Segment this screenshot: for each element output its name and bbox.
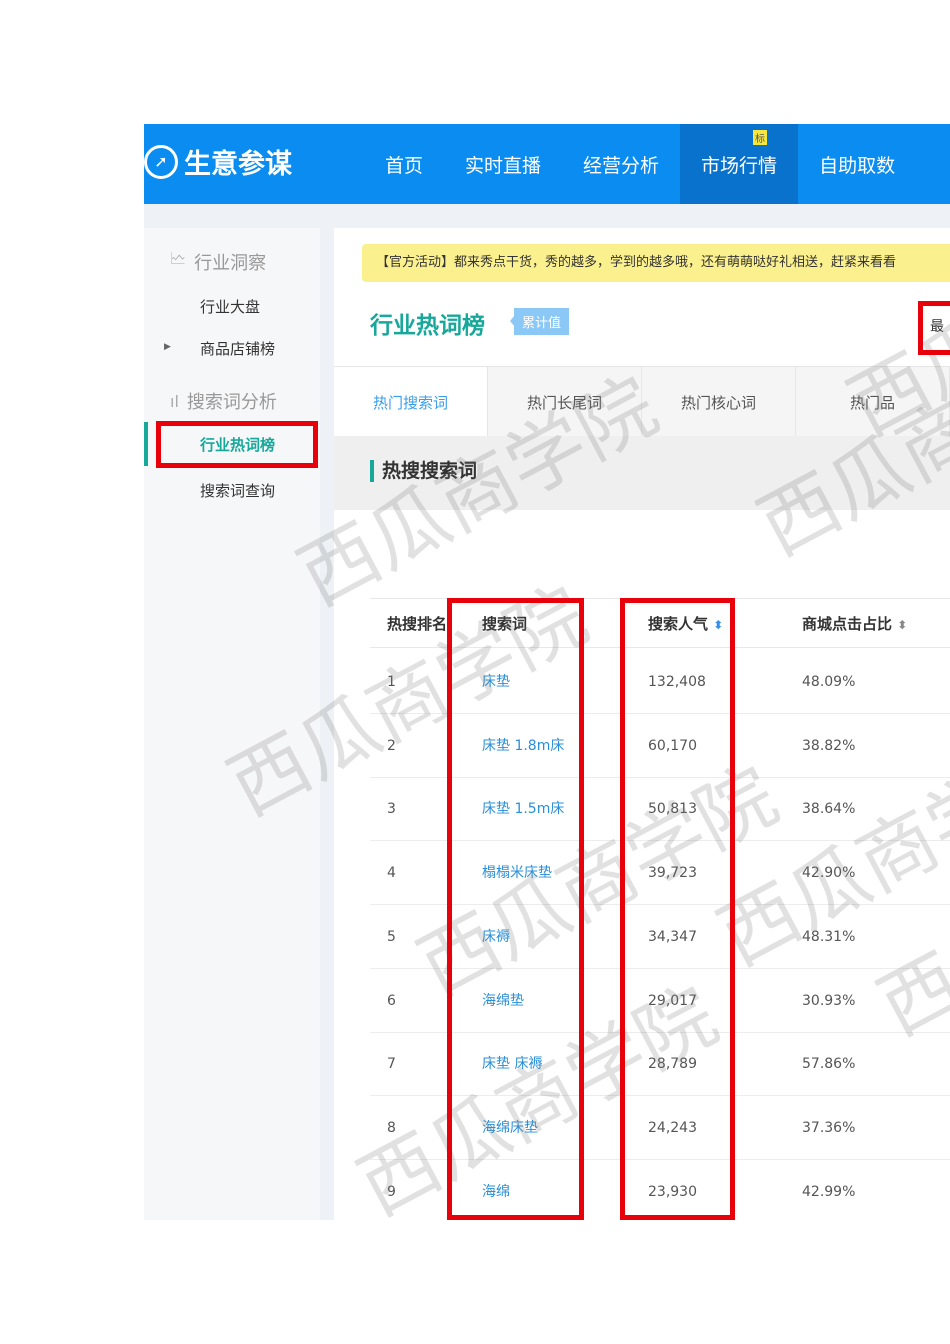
nav-item[interactable]: 自助取数 — [798, 124, 916, 204]
highlight-box-popularity-column — [620, 598, 735, 1220]
click-ratio: 37.36% — [802, 1119, 856, 1136]
nav-label: 首页 — [385, 154, 424, 177]
tab[interactable]: 热门长尾词 — [488, 367, 642, 437]
tab[interactable]: 热门品 — [796, 367, 950, 437]
group-label: 搜索词分析 — [186, 392, 277, 413]
main-nav: 首页 实时直播 经营分析 市场行情 标自助取数 — [364, 124, 916, 204]
notice-banner[interactable]: 【官方活动】都来秀点干货，秀的越多，学到的越多哦，还有萌萌哒好礼相送，赶紧来看看 — [362, 244, 950, 282]
highlight-box-keyword-column — [447, 598, 584, 1220]
highlight-box-sidebar — [156, 421, 318, 468]
highlight-box-date — [918, 301, 950, 355]
sort-icon[interactable]: ⬍ — [897, 618, 907, 632]
tab-bar: 热门搜索词 热门长尾词 热门核心词 热门品 — [334, 366, 950, 437]
click-ratio: 57.86% — [802, 1056, 856, 1073]
nav-label: 实时直播 — [465, 154, 542, 177]
group-label: 行业洞察 — [194, 252, 267, 274]
sidebar-item-product-shop-rank[interactable]: 商品店铺榜 — [200, 338, 275, 359]
top-nav-bar: ➚ 生意参谋 首页 实时直播 经营分析 市场行情 标自助取数 — [144, 124, 950, 204]
rank: 4 — [387, 865, 396, 882]
click-ratio: 48.09% — [802, 674, 856, 690]
click-ratio: 42.90% — [802, 865, 856, 882]
sidebar-group-search: ıl 搜索词分析 — [170, 388, 277, 414]
bar-chart-icon: ıl — [170, 391, 179, 411]
nav-item[interactable]: 市场行情 标 — [680, 124, 799, 204]
nav-badge: 标 — [753, 130, 768, 145]
click-ratio: 30.93% — [802, 992, 856, 1009]
col-rank: 热搜排名 — [387, 615, 448, 633]
cumulative-tag: 累计值 — [509, 308, 570, 335]
nav-item[interactable]: 经营分析 — [562, 124, 680, 204]
tab[interactable]: 热门搜索词 — [334, 367, 488, 437]
nav-item[interactable]: 首页 — [364, 124, 444, 204]
rank: 7 — [387, 1056, 396, 1073]
section-header: 热搜搜索词 — [334, 436, 950, 510]
sidebar-item-industry-overview[interactable]: 行业大盘 — [200, 296, 260, 317]
nav-item[interactable]: 实时直播 — [444, 124, 562, 204]
compass-icon: ➚ — [144, 144, 178, 179]
nav-label: 市场行情 — [701, 154, 778, 177]
tab[interactable]: 热门核心词 — [642, 367, 796, 437]
rank: 2 — [387, 737, 396, 754]
section-title: 热搜搜索词 — [370, 460, 477, 482]
caret-right-icon[interactable]: ▶ — [164, 342, 171, 352]
click-ratio: 38.82% — [802, 737, 856, 754]
rank: 6 — [387, 992, 396, 1009]
click-ratio: 38.64% — [802, 801, 856, 818]
sidebar: 🗠 行业洞察 行业大盘 ▶ 商品店铺榜 ıl 搜索词分析 行业热词榜 搜索词查询 — [144, 228, 320, 1220]
click-ratio: 42.99% — [802, 1183, 856, 1200]
rank: 5 — [387, 928, 396, 945]
active-indicator — [144, 422, 148, 466]
logo[interactable]: ➚ 生意参谋 — [144, 142, 292, 181]
monitor-chart-icon: 🗠 — [170, 249, 187, 268]
rank: 8 — [387, 1119, 396, 1136]
nav-label: 自助取数 — [819, 154, 896, 177]
rank: 9 — [387, 1183, 396, 1200]
col-label: 商城点击占比 — [802, 615, 893, 633]
col-click-ratio[interactable]: 商城点击占比 ⬍ — [802, 599, 907, 650]
nav-label: 经营分析 — [583, 154, 660, 177]
rank: 1 — [387, 674, 396, 690]
sidebar-item-search-query[interactable]: 搜索词查询 — [200, 480, 275, 501]
click-ratio: 48.31% — [802, 928, 856, 945]
rank: 3 — [387, 801, 396, 818]
logo-text: 生意参谋 — [184, 149, 292, 180]
page-title: 行业热词榜 — [370, 313, 485, 339]
sidebar-group-industry: 🗠 行业洞察 — [170, 248, 266, 275]
